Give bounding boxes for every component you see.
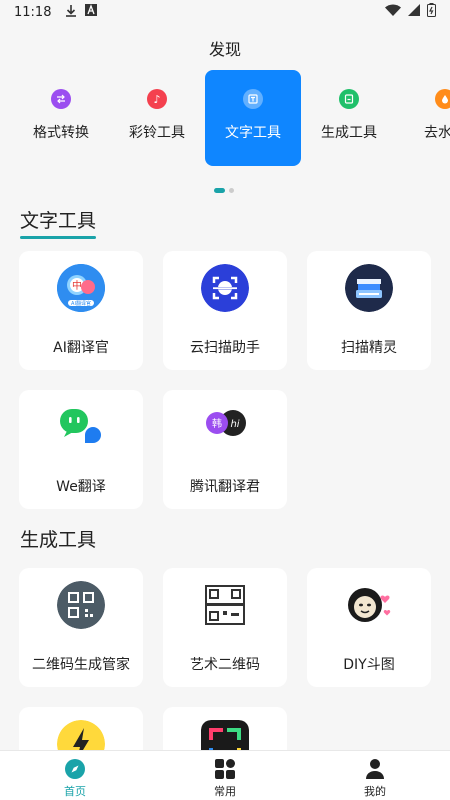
category-tabs: 格式转换 ♪ 彩铃工具 文字工具 生成工具 去水印 (0, 70, 450, 166)
status-time: 11:18 (14, 4, 52, 20)
card-label: 艺术二维码 (190, 657, 260, 673)
card-label: We翻译 (56, 479, 106, 495)
nav-mine[interactable]: 我的 (300, 751, 450, 800)
cloud-scan-icon (201, 264, 249, 312)
tool-card-ai-translator[interactable]: 中 AI翻译官 AI翻译官 (19, 251, 143, 370)
signal-icon (408, 4, 420, 20)
card-label: AI翻译官 (53, 340, 109, 356)
tab-pager (214, 188, 234, 193)
section-title-label: 文字工具 (20, 210, 97, 232)
nav-label: 常用 (214, 785, 236, 798)
tab-label: 文字工具 (225, 125, 281, 141)
tab-generate[interactable]: 生成工具 (301, 70, 397, 166)
tool-card-diy-meme[interactable]: DIY斗图 (307, 568, 431, 687)
download-icon (65, 4, 77, 21)
page-title: 发现 (208, 40, 241, 59)
tab-text-tool[interactable]: 文字工具 (205, 70, 301, 166)
section-title-text-tools: 文字工具 (20, 206, 97, 239)
svg-text:hi: hi (230, 419, 239, 430)
tab-format-convert[interactable]: 格式转换 (13, 70, 109, 166)
nav-common[interactable]: 常用 (150, 751, 300, 800)
nav-home[interactable]: 首页 (0, 751, 150, 800)
we-translate-icon (57, 403, 105, 451)
tab-ringtone[interactable]: ♪ 彩铃工具 (109, 70, 205, 166)
qr-manager-icon (57, 581, 105, 629)
ringtone-icon: ♪ (147, 89, 167, 109)
format-convert-icon (51, 89, 71, 109)
tab-label: 生成工具 (321, 125, 377, 141)
generate-icon (339, 89, 359, 109)
tab-label: 彩铃工具 (129, 125, 185, 141)
card-label: 二维码生成管家 (32, 657, 130, 673)
battery-icon (427, 3, 436, 21)
tencent-translate-icon: hi 韩 (201, 403, 249, 451)
tab-label: 格式转换 (33, 125, 89, 141)
ai-translator-icon: 中 AI翻译官 (57, 264, 105, 312)
card-label: DIY斗图 (343, 657, 395, 673)
user-icon (364, 758, 386, 780)
status-bar: 11:18 (0, 0, 450, 24)
diy-meme-icon (345, 581, 393, 629)
text-tool-icon (243, 89, 263, 109)
tab-label: 去水印 (424, 125, 450, 141)
pager-dot-active (214, 188, 225, 193)
svg-text:AI翻译官: AI翻译官 (71, 300, 91, 307)
tool-card-qr-manager[interactable]: 二维码生成管家 (19, 568, 143, 687)
font-a-icon (85, 4, 98, 20)
svg-text:中: 中 (72, 279, 82, 292)
watermark-icon (435, 89, 450, 109)
tab-watermark[interactable]: 去水印 (397, 70, 450, 166)
bottom-nav: 首页 常用 我的 (0, 750, 450, 800)
scanner-icon (345, 264, 393, 312)
nav-label: 首页 (64, 785, 86, 798)
tool-card-tencent-translate[interactable]: hi 韩 腾讯翻译君 (163, 390, 287, 509)
tool-card-scanner[interactable]: 扫描精灵 (307, 251, 431, 370)
tool-card-cloud-scan[interactable]: 云扫描助手 (163, 251, 287, 370)
section-title-label: 生成工具 (20, 529, 97, 551)
card-label: 腾讯翻译君 (190, 479, 260, 495)
section-title-generate-tools: 生成工具 (20, 525, 96, 552)
svg-text:韩: 韩 (212, 417, 222, 430)
card-label: 云扫描助手 (190, 340, 260, 356)
wifi-icon (385, 4, 401, 20)
card-label: 扫描精灵 (341, 340, 397, 356)
nav-label: 我的 (364, 785, 386, 798)
compass-icon (64, 758, 86, 780)
art-qr-icon (201, 581, 249, 629)
tool-card-we-translate[interactable]: We翻译 (19, 390, 143, 509)
tool-card-art-qr[interactable]: 艺术二维码 (163, 568, 287, 687)
pager-dot (229, 188, 234, 193)
section-underline (20, 236, 96, 239)
grid-icon (214, 758, 236, 780)
